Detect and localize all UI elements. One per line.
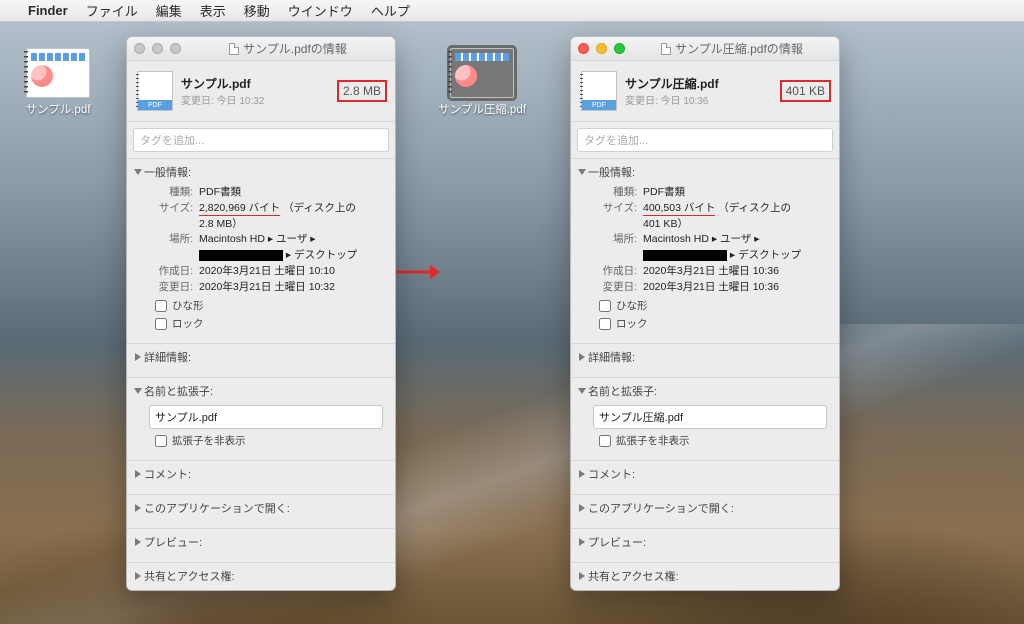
- titlebar[interactable]: サンプル.pdfの情報: [127, 37, 395, 61]
- section-preview[interactable]: プレビュー:: [135, 534, 387, 550]
- minimize-button[interactable]: [596, 43, 607, 54]
- modified-value: 2020年3月21日 土曜日 10:36: [637, 280, 831, 296]
- menubar[interactable]: Finder ファイル 編集 表示 移動 ウインドウ ヘルプ: [0, 0, 1024, 22]
- created-value: 2020年3月21日 土曜日 10:10: [193, 264, 387, 280]
- where-value: Macintosh HD ▸ ユーザ ▸: [193, 232, 387, 248]
- section-comment[interactable]: コメント:: [579, 466, 831, 482]
- close-button[interactable]: [134, 43, 145, 54]
- file-label: サンプル圧縮.pdf: [438, 101, 526, 117]
- menu-go[interactable]: 移動: [244, 1, 270, 20]
- modified-short: 変更日: 今日 10:36: [625, 92, 719, 107]
- file-icon: [26, 48, 90, 98]
- section-sharing[interactable]: 共有とアクセス権:: [135, 568, 387, 584]
- disclosure-triangle-icon: [135, 470, 141, 478]
- zoom-button[interactable]: [170, 43, 181, 54]
- name-ext-input[interactable]: サンプル.pdf: [149, 405, 383, 429]
- disclosure-triangle-icon: [579, 470, 585, 478]
- desktop-icon-sample-compressed-pdf[interactable]: サンプル圧縮.pdf: [442, 48, 522, 117]
- disclosure-triangle-icon: [579, 538, 585, 546]
- disclosure-triangle-icon: [134, 388, 142, 394]
- disclosure-triangle-icon: [134, 169, 142, 175]
- disclosure-triangle-icon: [579, 572, 585, 580]
- section-open-with[interactable]: このアプリケーションで開く:: [135, 500, 387, 516]
- stationery-checkbox[interactable]: ひな形: [579, 298, 831, 313]
- hide-ext-checkbox[interactable]: 拡張子を非表示: [135, 433, 387, 448]
- where-value: Macintosh HD ▸ ユーザ ▸: [637, 232, 831, 248]
- menu-help[interactable]: ヘルプ: [371, 1, 410, 20]
- size-badge: 401 KB: [782, 82, 829, 100]
- menu-file[interactable]: ファイル: [86, 1, 138, 20]
- menu-edit[interactable]: 編集: [156, 1, 182, 20]
- info-panel-compressed: サンプル圧縮.pdfの情報 PDF サンプル圧縮.pdf 変更日: 今日 10:…: [570, 36, 840, 591]
- redacted-path: [643, 250, 727, 261]
- tags-input[interactable]: タグを追加...: [577, 128, 833, 152]
- section-sharing[interactable]: 共有とアクセス権:: [579, 568, 831, 584]
- modified-value: 2020年3月21日 土曜日 10:32: [193, 280, 387, 296]
- disclosure-triangle-icon: [135, 572, 141, 580]
- doc-icon: [229, 43, 239, 55]
- section-preview[interactable]: プレビュー:: [579, 534, 831, 550]
- section-general[interactable]: 一般情報:: [579, 164, 831, 180]
- tags-input[interactable]: タグを追加...: [133, 128, 389, 152]
- file-icon: [450, 48, 514, 98]
- doc-icon: [661, 43, 671, 55]
- minimize-button[interactable]: [152, 43, 163, 54]
- disclosure-triangle-icon: [579, 353, 585, 361]
- disclosure-triangle-icon: [578, 388, 586, 394]
- menu-window[interactable]: ウインドウ: [288, 1, 353, 20]
- close-button[interactable]: [578, 43, 589, 54]
- section-more-info[interactable]: 詳細情報:: [579, 349, 831, 365]
- menu-app[interactable]: Finder: [28, 3, 68, 18]
- stationery-checkbox[interactable]: ひな形: [135, 298, 387, 313]
- section-name-ext[interactable]: 名前と拡張子:: [579, 383, 831, 399]
- file-name: サンプル.pdf: [181, 75, 264, 92]
- menu-view[interactable]: 表示: [200, 1, 226, 20]
- info-panel-original: サンプル.pdfの情報 PDF サンプル.pdf 変更日: 今日 10:32 2…: [126, 36, 396, 591]
- hide-ext-checkbox[interactable]: 拡張子を非表示: [579, 433, 831, 448]
- locked-checkbox[interactable]: ロック: [135, 316, 387, 331]
- section-comment[interactable]: コメント:: [135, 466, 387, 482]
- section-name-ext[interactable]: 名前と拡張子:: [135, 383, 387, 399]
- comparison-arrow-icon: [390, 263, 440, 281]
- name-ext-input[interactable]: サンプル圧縮.pdf: [593, 405, 827, 429]
- kind-value: PDF書類: [193, 185, 387, 201]
- kind-value: PDF書類: [637, 185, 831, 201]
- preview-icon: PDF: [581, 71, 617, 111]
- created-value: 2020年3月21日 土曜日 10:36: [637, 264, 831, 280]
- size-badge: 2.8 MB: [339, 82, 385, 100]
- section-open-with[interactable]: このアプリケーションで開く:: [579, 500, 831, 516]
- disclosure-triangle-icon: [578, 169, 586, 175]
- redacted-path: [199, 250, 283, 261]
- disclosure-triangle-icon: [135, 538, 141, 546]
- section-more-info[interactable]: 詳細情報:: [135, 349, 387, 365]
- disclosure-triangle-icon: [135, 353, 141, 361]
- modified-short: 変更日: 今日 10:32: [181, 92, 264, 107]
- locked-checkbox[interactable]: ロック: [579, 316, 831, 331]
- file-label: サンプル.pdf: [26, 101, 91, 117]
- zoom-button[interactable]: [614, 43, 625, 54]
- window-title: サンプル.pdfの情報: [188, 40, 388, 57]
- disclosure-triangle-icon: [579, 504, 585, 512]
- titlebar[interactable]: サンプル圧縮.pdfの情報: [571, 37, 839, 61]
- disclosure-triangle-icon: [135, 504, 141, 512]
- file-name: サンプル圧縮.pdf: [625, 75, 719, 92]
- window-title: サンプル圧縮.pdfの情報: [632, 40, 832, 57]
- desktop-icon-sample-pdf[interactable]: サンプル.pdf: [18, 48, 98, 117]
- size-value: 2,820,969 バイト （ディスク上の: [193, 201, 387, 217]
- preview-icon: PDF: [137, 71, 173, 111]
- section-general[interactable]: 一般情報:: [135, 164, 387, 180]
- size-value: 400,503 バイト （ディスク上の: [637, 201, 831, 217]
